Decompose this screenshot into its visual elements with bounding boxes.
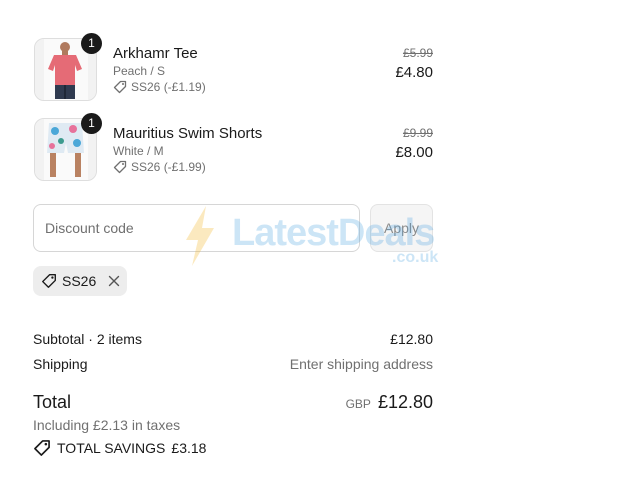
product-variant: Peach / S	[113, 64, 166, 78]
quantity-badge: 1	[81, 113, 102, 134]
sale-price: £4.80	[395, 64, 433, 81]
currency-code: GBP	[345, 397, 371, 411]
apply-discount-button[interactable]: Apply	[370, 204, 433, 252]
taxes-note: Including £2.13 in taxes	[33, 417, 181, 433]
remove-discount-button[interactable]	[108, 275, 120, 287]
tag-icon	[113, 80, 127, 94]
subtotal-label: Subtotal · 2 items	[33, 331, 142, 347]
savings-label: TOTAL SAVINGS	[57, 440, 166, 456]
quantity-badge: 1	[81, 33, 102, 54]
product-variant: White / M	[113, 144, 164, 158]
product-discount: SS26 (-£1.19)	[113, 80, 206, 94]
product-discount: SS26 (-£1.99)	[113, 160, 206, 174]
tag-icon	[34, 440, 50, 456]
product-name: Arkhamr Tee	[113, 45, 198, 62]
applied-discount-code: SS26	[62, 273, 97, 289]
sale-price: £8.00	[395, 144, 433, 161]
applied-discount-chip: SS26	[33, 266, 127, 296]
product-discount-label: SS26 (-£1.99)	[131, 160, 206, 174]
close-icon	[109, 275, 120, 287]
product-name: Mauritius Swim Shorts	[113, 125, 263, 142]
shipping-value: Enter shipping address	[289, 356, 433, 372]
total-amount: GBP £12.80	[346, 392, 433, 413]
tag-icon	[113, 160, 127, 174]
product-discount-label: SS26 (-£1.19)	[131, 80, 206, 94]
original-price: £9.99	[402, 126, 433, 140]
total-savings: TOTAL SAVINGS £3.18	[33, 439, 206, 457]
product-image-arkhamr-tee: 1	[34, 33, 102, 101]
discount-code-input[interactable]	[33, 204, 360, 252]
total-value: £12.80	[377, 392, 433, 412]
shipping-label: Shipping	[33, 356, 88, 372]
product-image-mauritius-swim-shorts: 1	[34, 113, 102, 181]
original-price: £5.99	[402, 46, 433, 60]
subtotal-value: £12.80	[390, 331, 433, 347]
tag-icon	[42, 274, 56, 288]
savings-value: £3.18	[171, 440, 207, 456]
total-label: Total	[33, 392, 72, 412]
